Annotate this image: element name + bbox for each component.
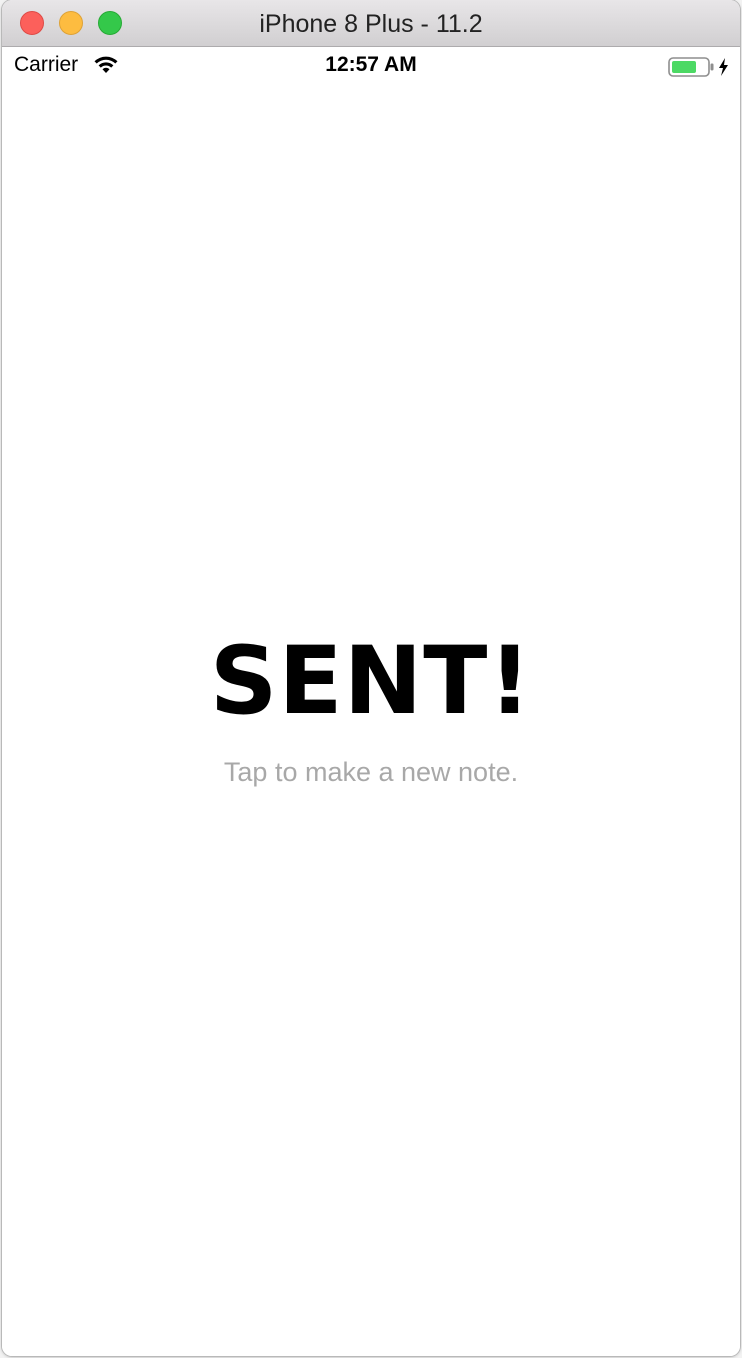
new-note-hint[interactable]: Tap to make a new note. xyxy=(2,757,740,788)
charging-bolt-icon xyxy=(719,58,728,76)
sent-screen[interactable]: SENT! Tap to make a new note. xyxy=(2,87,740,1356)
sent-headline: SENT! xyxy=(209,627,533,736)
simulator-window: iPhone 8 Plus - 11.2 Carrier 12:57 AM SE… xyxy=(2,0,740,1356)
window-title: iPhone 8 Plus - 11.2 xyxy=(259,10,483,38)
window-titlebar[interactable]: iPhone 8 Plus - 11.2 xyxy=(2,0,740,47)
battery-icon xyxy=(668,57,728,77)
ios-status-bar: Carrier 12:57 AM xyxy=(2,47,740,87)
status-time: 12:57 AM xyxy=(325,53,417,76)
